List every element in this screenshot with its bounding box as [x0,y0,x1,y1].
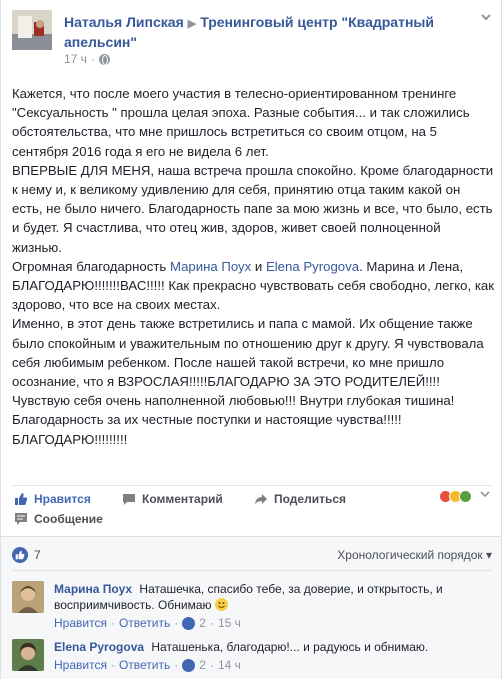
meta-dot: · [110,658,115,672]
reaction-selector[interactable] [439,490,472,503]
post-paragraph: Огромная благодарность Марина Поух и Ele… [12,257,494,315]
comment-label: Комментарий [142,492,223,506]
post-title: Наталья Липская ▶ Тренинговый центр "Квадр… [64,13,484,51]
meta-dot: · [209,658,214,672]
post-paragraph: Именно, в этот день также встретились и … [12,316,488,428]
mention-marina[interactable]: Марина Поух [170,259,251,274]
post-text-span: Огромная благодарность [12,258,170,274]
commenter-name[interactable]: Elena Pyrogova [54,640,144,654]
comment-time[interactable]: 14 ч [218,657,241,673]
comment-content: Elena Pyrogova Наташенька, благодарю!...… [54,639,492,655]
comment-like-link[interactable]: Нравится [54,615,107,631]
post-card: Наталья Липская ▶ Тренинговый центр "Квадр… [0,0,502,679]
message-button[interactable]: Сообщение [14,512,103,526]
caret-down-icon: ▾ [485,548,492,562]
comment-body: Elena Pyrogova Наташенька, благодарю!...… [54,639,492,673]
post-paragraph: ВПЕРВЫЕ ДЛЯ МЕНЯ, наша встреча прошла сп… [12,162,497,255]
comment-body: Марина Поух Наташечка, спасибо тебе, за … [54,581,492,631]
comment-button[interactable]: Комментарий [122,492,223,506]
comment-reply-link[interactable]: Ответить [119,657,170,673]
divider [12,570,492,571]
messenger-icon [14,512,28,526]
commenter-avatar[interactable] [12,581,44,613]
like-badge-icon [12,547,28,563]
comment-like-link[interactable]: Нравится [54,657,107,673]
like-button[interactable]: Нравится [14,492,91,506]
share-button[interactable]: Поделиться [254,492,346,506]
meta-dot: · [209,616,214,630]
thumbs-up-icon [182,616,196,630]
commenter-avatar[interactable] [12,639,44,671]
smile-emoji-icon [214,598,228,611]
meta-dot: · [174,616,179,630]
right-arrow-icon: ▶ [187,18,197,30]
like-summary[interactable]: 7 [12,547,41,563]
comment-meta: Нравится · Ответить · 2 · 15 ч [54,615,492,631]
post-paragraph: Кажется, что после моего участия в телес… [12,86,474,159]
comment-meta: Нравится · Ответить · 2 · 14 ч [54,657,492,673]
comment-content: Марина Поух Наташечка, спасибо тебе, за … [54,581,492,613]
meta-dot: · [110,616,115,630]
thumbs-up-icon [182,658,196,672]
globe-icon [98,53,110,65]
comment-icon [122,492,136,506]
green-reaction-icon [459,490,472,503]
reaction-chevron-icon[interactable] [480,488,490,502]
meta-dot: · [90,52,95,66]
post-body: Кажется, что после моего участия в телес… [12,84,494,449]
commenter-name[interactable]: Марина Поух [54,582,132,596]
post-actions: Нравится Комментарий Поделиться Сообщени… [12,485,492,527]
comment-text: Наташенька, благодарю!... и радуюсь и об… [151,640,429,654]
mention-elena[interactable]: Elena Pyrogova [266,259,359,274]
like-label: Нравится [34,492,91,506]
like-count: 7 [34,548,41,562]
share-label: Поделиться [274,492,347,506]
sort-order-dropdown[interactable]: Хронологический порядок ▾ [337,548,492,562]
comment-like-count[interactable]: 2 [199,657,206,673]
meta-dot: · [174,658,179,672]
message-label: Сообщение [34,512,103,526]
post-header: Наталья Липская ▶ Тренинговый центр "Квадр… [12,10,492,70]
post-options-icon[interactable] [480,10,492,26]
share-icon [254,492,268,506]
thumbs-up-icon [14,492,28,506]
post-time[interactable]: 17 ч [64,52,87,66]
comments-section: 7 Хронологический порядок ▾ Марина Поух [1,536,501,679]
author-avatar[interactable] [12,10,52,50]
author-name[interactable]: Наталья Липская [64,14,184,30]
comment-time[interactable]: 15 ч [218,615,241,631]
post-meta: 17 ч · [64,52,110,66]
comment-like-count[interactable]: 2 [199,615,206,631]
post-text-span: и [251,258,266,274]
comments-summary: 7 Хронологический порядок ▾ [12,544,492,566]
sort-order-label: Хронологический порядок [337,548,483,562]
comment-reply-link[interactable]: Ответить [119,615,170,631]
post-paragraph: БЛАГОДАРЮ!!!!!!!!! [12,431,128,447]
